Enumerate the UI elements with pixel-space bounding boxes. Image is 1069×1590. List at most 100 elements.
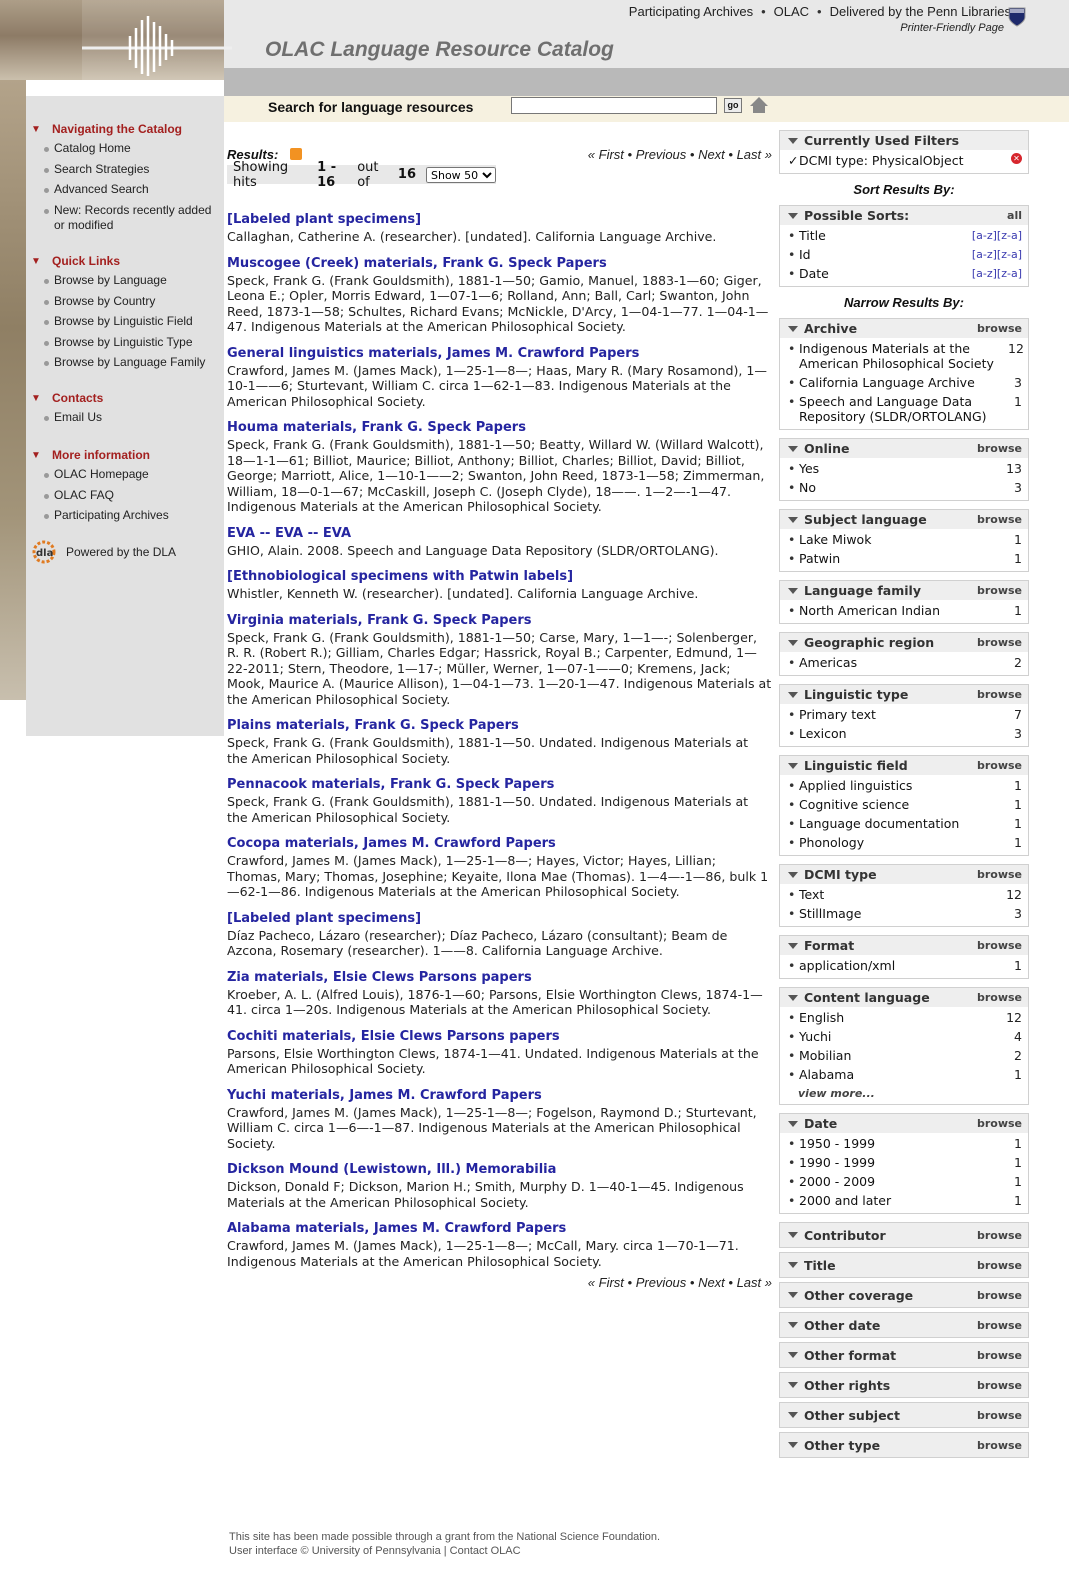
result-title-link[interactable]: Dickson Mound (Lewistown, Ill.) Memorabi… [227, 1162, 772, 1178]
facet-browse-link[interactable]: browse [977, 1409, 1022, 1422]
facet-heading[interactable]: Contributor browse [780, 1223, 1028, 1247]
facet-heading[interactable]: Other coverage browse [780, 1283, 1028, 1307]
facet-heading[interactable]: Other date browse [780, 1313, 1028, 1337]
nav-item-email-us[interactable]: Email Us [26, 410, 103, 426]
nav-item-browse-country[interactable]: Browse by Country [26, 294, 205, 310]
facet-browse-link[interactable]: browse [977, 1379, 1022, 1392]
facet-heading[interactable]: Linguistic type browse [780, 685, 1028, 704]
nav-item-participating-archives[interactable]: Participating Archives [26, 508, 169, 524]
result-title-link[interactable]: Alabama materials, James M. Crawford Pap… [227, 1221, 772, 1237]
facet-heading[interactable]: Title browse [780, 1253, 1028, 1277]
pager-previous[interactable]: Previous [636, 1275, 687, 1290]
facet-item[interactable]: Speech and Language Data Repository (SLD… [788, 392, 1022, 426]
facet-browse-link[interactable]: browse [977, 1259, 1022, 1272]
nav-item-search-strategies[interactable]: Search Strategies [26, 162, 224, 178]
facet-browse-link[interactable]: browse [977, 991, 1022, 1004]
facet-item[interactable]: Text 12 [788, 885, 1022, 904]
view-more-link[interactable]: view more... [780, 1087, 1028, 1104]
search-input[interactable] [511, 97, 717, 114]
facet-heading[interactable]: Online browse [780, 439, 1028, 458]
participating-archives-link[interactable]: Participating Archives [629, 4, 753, 19]
nav-item-catalog-home[interactable]: Catalog Home [26, 141, 224, 157]
pager-previous[interactable]: Previous [636, 147, 687, 162]
nav-heading[interactable]: ▼ Quick Links [26, 252, 205, 270]
facet-item[interactable]: Yes 13 [788, 459, 1022, 478]
facet-browse-link[interactable]: browse [977, 1439, 1022, 1452]
pager-last[interactable]: Last » [737, 1275, 772, 1290]
nav-heading[interactable]: ▼ Navigating the Catalog [26, 120, 224, 138]
pager-first[interactable]: « First [588, 147, 624, 162]
penn-libraries-link[interactable]: Delivered by the Penn Libraries [830, 4, 1011, 19]
facet-item[interactable]: 1990 - 1999 1 [788, 1153, 1022, 1172]
facet-browse-link[interactable]: browse [977, 759, 1022, 772]
facet-item[interactable]: Primary text 7 [788, 705, 1022, 724]
facet-browse-link[interactable]: browse [977, 442, 1022, 455]
facet-browse-link[interactable]: browse [977, 688, 1022, 701]
search-go-button[interactable]: go [724, 98, 742, 113]
page-size-select[interactable]: Show 50 [426, 166, 496, 183]
olac-link[interactable]: OLAC [774, 4, 809, 19]
facet-item[interactable]: Alabama 1 [788, 1065, 1022, 1084]
powered-by-dla[interactable]: dla Powered by the DLA [32, 540, 176, 564]
facet-item[interactable]: No 3 [788, 478, 1022, 497]
facet-item[interactable]: 2000 - 2009 1 [788, 1172, 1022, 1191]
result-title-link[interactable]: Zia materials, Elsie Clews Parsons paper… [227, 970, 772, 986]
result-title-link[interactable]: EVA -- EVA -- EVA [227, 526, 772, 542]
nav-heading[interactable]: ▼ More information [26, 446, 169, 464]
facet-heading[interactable]: Geographic region browse [780, 633, 1028, 652]
facet-item[interactable]: California Language Archive 3 [788, 373, 1022, 392]
home-icon[interactable] [749, 96, 769, 114]
facet-item[interactable]: StillImage 3 [788, 904, 1022, 923]
facet-heading[interactable]: Other subject browse [780, 1403, 1028, 1427]
facet-heading[interactable]: DCMI type browse [780, 865, 1028, 884]
sort-order-links[interactable]: [a-z][z-a] [972, 266, 1022, 281]
facet-browse-link[interactable]: browse [977, 939, 1022, 952]
facet-browse-link[interactable]: browse [977, 322, 1022, 335]
nav-item-browse-family[interactable]: Browse by Language Family [26, 355, 205, 371]
result-title-link[interactable]: Pennacook materials, Frank G. Speck Pape… [227, 777, 772, 793]
result-title-link[interactable]: Plains materials, Frank G. Speck Papers [227, 718, 772, 734]
facet-heading[interactable]: Other type browse [780, 1433, 1028, 1457]
rss-icon[interactable] [290, 148, 303, 160]
facet-item[interactable]: English 12 [788, 1008, 1022, 1027]
facet-item[interactable]: North American Indian 1 [788, 601, 1022, 620]
nav-item-olac-faq[interactable]: OLAC FAQ [26, 488, 169, 504]
nav-item-new-records[interactable]: New: Records recently added or modified [26, 203, 224, 234]
facet-heading[interactable]: Other rights browse [780, 1373, 1028, 1397]
pager-next[interactable]: Next [698, 147, 725, 162]
sort-order-links[interactable]: [a-z][z-a] [972, 247, 1022, 262]
facet-browse-link[interactable]: browse [977, 1229, 1022, 1242]
facet-browse-link[interactable]: browse [977, 1289, 1022, 1302]
result-title-link[interactable]: Muscogee (Creek) materials, Frank G. Spe… [227, 256, 772, 272]
facet-item[interactable]: Phonology 1 [788, 833, 1022, 852]
pager-last[interactable]: Last » [737, 147, 772, 162]
facet-heading[interactable]: Language family browse [780, 581, 1028, 600]
possible-sorts-heading[interactable]: Possible Sorts: all [780, 206, 1028, 225]
facet-browse-link[interactable]: browse [977, 1349, 1022, 1362]
facet-item[interactable]: 2000 and later 1 [788, 1191, 1022, 1210]
pager-next[interactable]: Next [698, 1275, 725, 1290]
result-title-link[interactable]: [Labeled plant specimens] [227, 212, 772, 228]
result-title-link[interactable]: General linguistics materials, James M. … [227, 346, 772, 362]
facet-browse-link[interactable]: browse [977, 1319, 1022, 1332]
facet-browse-link[interactable]: browse [977, 1117, 1022, 1130]
nav-heading[interactable]: ▼ Contacts [26, 389, 103, 407]
facet-item[interactable]: Lake Miwok 1 [788, 530, 1022, 549]
nav-item-browse-type[interactable]: Browse by Linguistic Type [26, 335, 205, 351]
facet-item[interactable]: Patwin 1 [788, 549, 1022, 568]
pager-first[interactable]: « First [588, 1275, 624, 1290]
penn-shield-icon[interactable] [1008, 7, 1026, 27]
facet-item[interactable]: Yuchi 4 [788, 1027, 1022, 1046]
nav-item-advanced-search[interactable]: Advanced Search [26, 182, 224, 198]
nav-item-olac-homepage[interactable]: OLAC Homepage [26, 467, 169, 483]
facet-item[interactable]: 1950 - 1999 1 [788, 1134, 1022, 1153]
facet-heading[interactable]: Linguistic field browse [780, 756, 1028, 775]
printer-friendly-link[interactable]: Printer-Friendly Page [900, 22, 1004, 34]
result-title-link[interactable]: Yuchi materials, James M. Crawford Paper… [227, 1088, 772, 1104]
facet-browse-link[interactable]: browse [977, 636, 1022, 649]
facet-item[interactable]: Applied linguistics 1 [788, 776, 1022, 795]
facet-heading[interactable]: Date browse [780, 1114, 1028, 1133]
result-title-link[interactable]: [Labeled plant specimens] [227, 911, 772, 927]
facet-browse-link[interactable]: browse [977, 868, 1022, 881]
facet-item[interactable]: Lexicon 3 [788, 724, 1022, 743]
